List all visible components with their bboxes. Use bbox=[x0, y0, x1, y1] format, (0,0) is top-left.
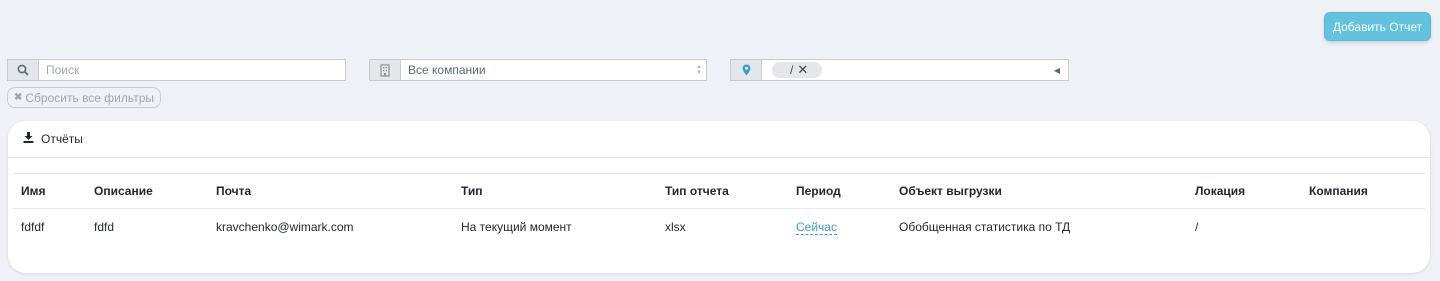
column-header-type[interactable]: Тип bbox=[453, 173, 657, 209]
company-select[interactable]: Все компании bbox=[401, 60, 692, 80]
period-link[interactable]: Сейчас bbox=[796, 220, 837, 236]
column-header-period[interactable]: Период bbox=[788, 173, 891, 209]
close-icon[interactable]: ✕ bbox=[797, 62, 808, 78]
building-icon bbox=[370, 60, 401, 80]
column-header-company[interactable]: Компания bbox=[1301, 173, 1425, 209]
close-icon: ✖ bbox=[14, 92, 23, 103]
reports-table: Имя Описание Почта Тип Тип отчета Период… bbox=[13, 173, 1425, 246]
cell-type: На текущий момент bbox=[461, 220, 572, 235]
table-header-row: Имя Описание Почта Тип Тип отчета Период… bbox=[13, 173, 1425, 209]
cell-email: kravchenko@wimark.com bbox=[216, 220, 354, 235]
search-input[interactable] bbox=[39, 60, 345, 80]
location-select[interactable]: / ✕ bbox=[762, 60, 1046, 80]
cell-company bbox=[1301, 209, 1425, 246]
add-report-button[interactable]: Добавить Отчет bbox=[1324, 12, 1431, 41]
column-header-report-type[interactable]: Тип отчета bbox=[657, 173, 788, 209]
column-header-export-object[interactable]: Объект выгрузки bbox=[891, 173, 1187, 209]
reset-filters-label: Сбросить все фильтры bbox=[25, 90, 154, 105]
caret-left-icon[interactable]: ◀ bbox=[1046, 60, 1068, 80]
download-icon bbox=[23, 132, 34, 146]
location-tag-label: / bbox=[790, 63, 794, 77]
cell-period: Сейчас bbox=[788, 209, 891, 246]
map-marker-icon bbox=[731, 60, 762, 80]
column-header-description[interactable]: Описание bbox=[86, 173, 208, 209]
table-row[interactable]: fdfdf fdfd kravchenko@wimark.com На теку… bbox=[13, 209, 1425, 246]
search-icon bbox=[8, 60, 39, 80]
column-header-email[interactable]: Почта bbox=[208, 173, 453, 209]
column-header-name[interactable]: Имя bbox=[13, 173, 86, 209]
card-title: Отчёты bbox=[41, 132, 83, 146]
select-arrows-icon: ▲ ▼ bbox=[696, 64, 702, 76]
search-group bbox=[7, 59, 346, 81]
company-select-group: Все компании ▲ ▼ bbox=[369, 59, 707, 81]
location-select-group: / ✕ ◀ bbox=[730, 59, 1069, 81]
reports-card: Отчёты Имя Описание Почта Тип Тип отчета… bbox=[8, 121, 1430, 273]
cell-export-object: Обобщенная статистика по ТД bbox=[899, 220, 1071, 235]
cell-report-type: xlsx bbox=[665, 220, 686, 235]
card-header: Отчёты bbox=[8, 121, 1430, 158]
cell-description: fdfd bbox=[94, 220, 115, 235]
cell-location: / bbox=[1195, 220, 1199, 235]
location-tag: / ✕ bbox=[772, 62, 823, 78]
reset-filters-button[interactable]: ✖ Сбросить все фильтры bbox=[7, 87, 161, 108]
cell-name: fdfdf bbox=[21, 220, 45, 235]
column-header-location[interactable]: Локация bbox=[1187, 173, 1301, 209]
